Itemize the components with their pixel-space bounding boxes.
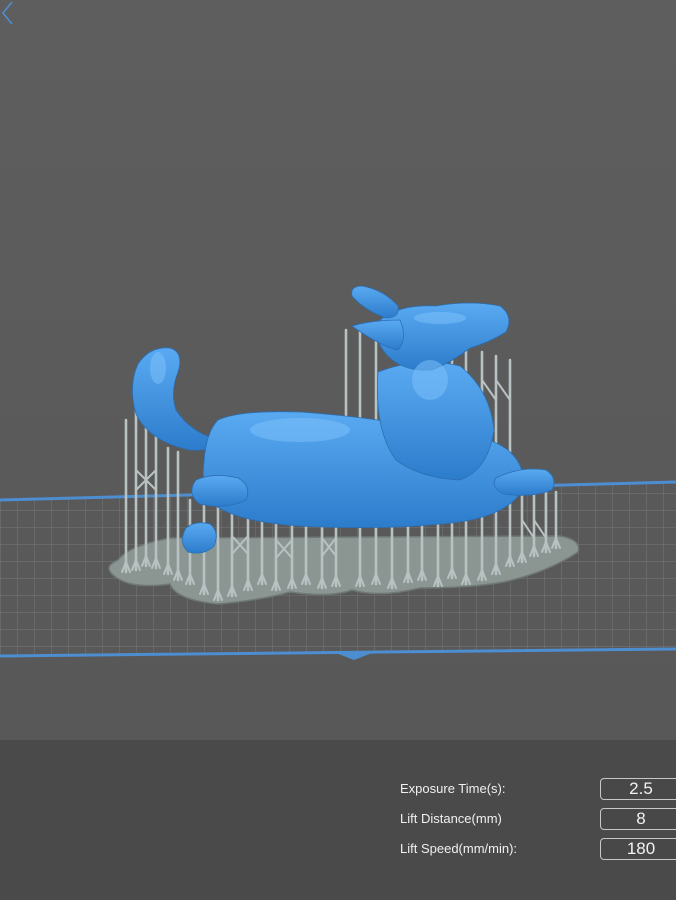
exposure-time-label: Exposure Time(s):: [400, 781, 506, 796]
exposure-time-input[interactable]: [600, 778, 676, 800]
3d-viewport[interactable]: [0, 0, 676, 740]
platform-front-marker: [336, 653, 372, 660]
exposure-time-row: Exposure Time(s):: [400, 778, 676, 802]
lift-speed-row: Lift Speed(mm/min):: [400, 838, 676, 862]
lift-speed-label: Lift Speed(mm/min):: [400, 841, 518, 856]
print-settings-panel: Exposure Time(s): Lift Distance(mm) Lift…: [0, 740, 676, 900]
chevron-left-icon[interactable]: [0, 0, 14, 26]
lift-distance-input[interactable]: [600, 808, 676, 830]
lift-distance-label: Lift Distance(mm): [400, 811, 502, 826]
scene: [0, 285, 676, 660]
lift-distance-row: Lift Distance(mm): [400, 808, 676, 832]
lift-speed-input[interactable]: [600, 838, 676, 860]
